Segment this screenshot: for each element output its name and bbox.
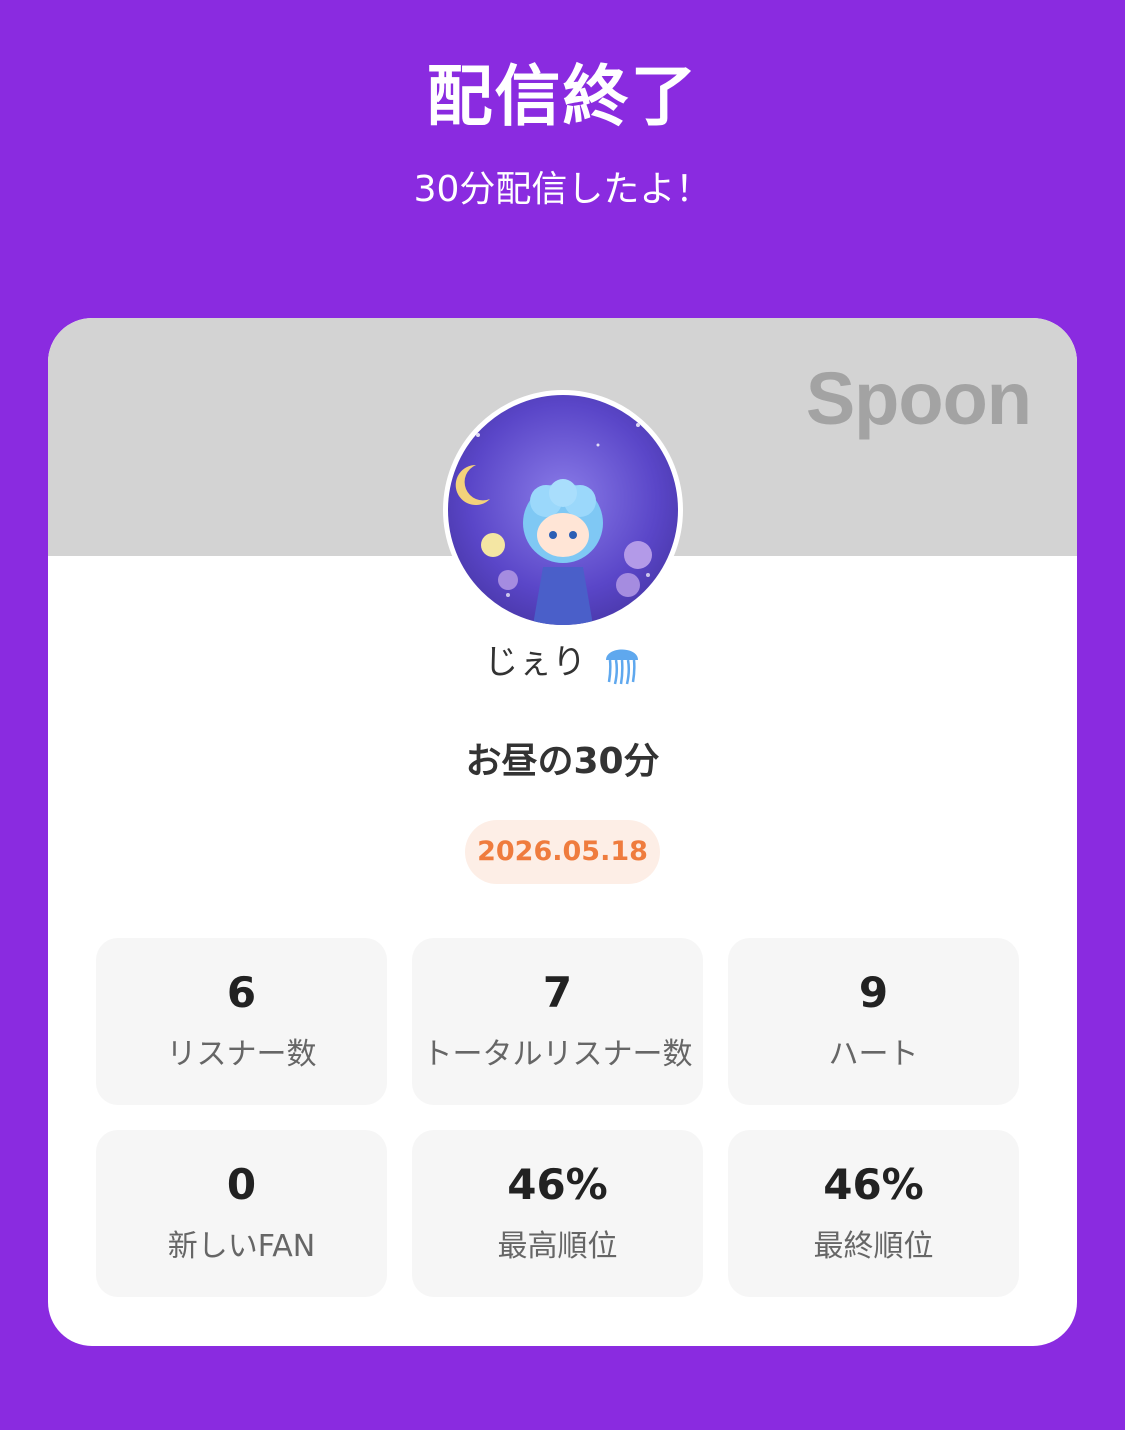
stat-hearts: 9 ハート [728, 938, 1019, 1105]
stat-label: トータルリスナー数 [422, 1037, 693, 1072]
jellyfish-icon [603, 640, 641, 686]
avatar[interactable] [443, 390, 683, 630]
stat-label: 新しいFAN [167, 1229, 316, 1264]
stat-value: 0 [226, 1160, 257, 1209]
stat-total-listeners: 7 トータルリスナー数 [412, 938, 703, 1105]
brand-logo: Spoon [805, 357, 1032, 440]
stat-label: ハート [828, 1037, 919, 1072]
stat-highest-rank: 46% 最高順位 [412, 1130, 703, 1297]
stat-label: リスナー数 [166, 1037, 317, 1072]
stat-value: 7 [542, 968, 573, 1017]
broadcast-summary-card: Spoon じぇり お昼の30分 2026.05.18 6 リスナー数 7 トー… [48, 318, 1077, 1346]
stat-value: 9 [858, 968, 889, 1017]
stat-value: 46% [823, 1160, 924, 1209]
avatar-artwork [455, 423, 652, 625]
moon-icon [455, 464, 490, 505]
stat-value: 6 [226, 968, 257, 1017]
date-badge: 2026.05.18 [465, 820, 660, 884]
stat-final-rank: 46% 最終順位 [728, 1130, 1019, 1297]
stat-value: 46% [507, 1160, 608, 1209]
header-title: 配信終了 [426, 58, 699, 135]
stat-label: 最高順位 [497, 1229, 618, 1264]
stat-new-fans: 0 新しいFAN [96, 1130, 387, 1297]
header-subtitle: 30分配信したよ！ [413, 169, 712, 210]
display-name: じぇり [484, 642, 587, 683]
stat-listeners: 6 リスナー数 [96, 938, 387, 1105]
broadcast-title: お昼の30分 [465, 741, 660, 782]
stat-label: 最終順位 [813, 1229, 934, 1264]
display-name-row: じぇり [48, 636, 1077, 688]
